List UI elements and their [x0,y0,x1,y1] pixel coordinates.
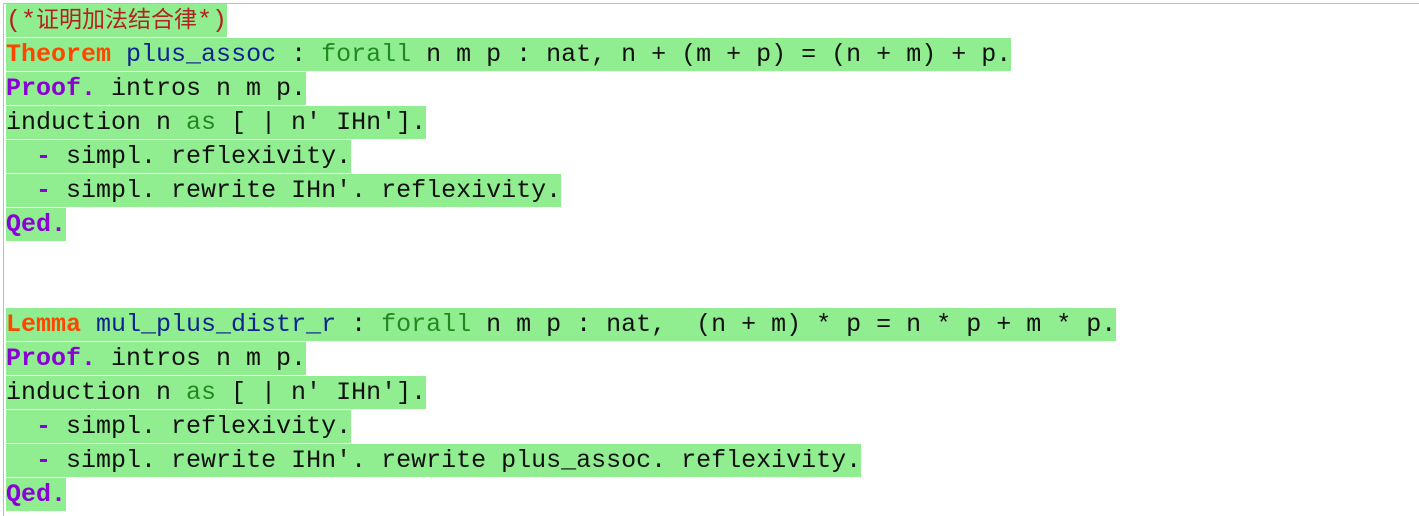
case2-line[interactable]: - simpl. rewrite IHn'. rewrite plus_asso… [6,444,862,477]
case1-line[interactable]: - simpl. reflexivity. [6,410,352,443]
processed-highlight: induction n as [ | n' IHn']. [6,376,427,409]
intro-pattern: [ | n' IHn']. [216,378,427,407]
case2-tactics: simpl. rewrite IHn'. rewrite plus_assoc.… [51,446,862,475]
proof-keyword: Proof. [6,74,97,103]
colon: : [276,40,322,69]
bullet: - [36,446,52,475]
processed-highlight: Qed. [6,478,67,511]
as-keyword: as [186,108,217,137]
processed-highlight: Lemma mul_plus_distr_r : forall n m p : … [6,308,1117,341]
processed-highlight: Proof. intros n m p. [6,72,307,105]
proof-line[interactable]: Proof. intros n m p. [6,342,307,375]
bullet: - [36,412,52,441]
lemma-line[interactable]: Lemma mul_plus_distr_r : forall n m p : … [6,308,1117,341]
qed-line[interactable]: Qed. [6,208,67,241]
theorem-statement: n m p : nat, n + (m + p) = (n + m) + p. [411,40,1012,69]
theorem-line[interactable]: Theorem plus_assoc : forall n m p : nat,… [6,38,1012,71]
induction-line[interactable]: induction n as [ | n' IHn']. [6,376,427,409]
bullet: - [36,142,52,171]
case2-line[interactable]: - simpl. rewrite IHn'. reflexivity. [6,174,562,207]
qed-keyword: Qed. [6,480,67,509]
induction-tactic: induction n [6,378,187,407]
qed-keyword: Qed. [6,210,67,239]
processed-highlight: - simpl. reflexivity. [6,140,352,173]
induction-tactic: induction n [6,108,187,137]
comment-open: (* [6,6,37,35]
processed-highlight: (*证明加法结合律*) [6,4,228,37]
proof-keyword: Proof. [6,344,97,373]
processed-highlight: - simpl. rewrite IHn'. rewrite plus_asso… [6,444,862,477]
processed-highlight: Theorem plus_assoc : forall n m p : nat,… [6,38,1012,71]
case1-line[interactable]: - simpl. reflexivity. [6,140,352,173]
forall-keyword: forall [381,310,472,339]
comment-close: *) [197,6,228,35]
case1-tactics: simpl. reflexivity. [51,142,352,171]
colon: : [336,310,382,339]
theorem-name: plus_assoc [126,40,277,69]
proof-line[interactable]: Proof. intros n m p. [6,72,307,105]
lemma-keyword: Lemma [6,310,82,339]
comment-text: 证明加法结合律 [36,7,198,33]
processed-highlight: Qed. [6,208,67,241]
processed-highlight: - simpl. reflexivity. [6,410,352,443]
processed-highlight: Proof. intros n m p. [6,342,307,375]
as-keyword: as [186,378,217,407]
induction-line[interactable]: induction n as [ | n' IHn']. [6,106,427,139]
lemma-name: mul_plus_distr_r [96,310,337,339]
case1-tactics: simpl. reflexivity. [51,412,352,441]
intros-tactic: intros n m p. [96,74,307,103]
case2-tactics: simpl. rewrite IHn'. reflexivity. [51,176,562,205]
intros-tactic: intros n m p. [96,344,307,373]
forall-keyword: forall [321,40,412,69]
qed-line[interactable]: Qed. [6,478,67,511]
bullet: - [36,176,52,205]
lemma-statement: n m p : nat, (n + m) * p = n * p + m * p… [471,310,1117,339]
intro-pattern: [ | n' IHn']. [216,108,427,137]
processed-highlight: - simpl. rewrite IHn'. reflexivity. [6,174,562,207]
processed-highlight: induction n as [ | n' IHn']. [6,106,427,139]
code-editor[interactable]: (*证明加法结合律*) Theorem plus_assoc : forall … [3,3,1419,516]
comment-line[interactable]: (*证明加法结合律*) [6,4,228,37]
theorem-keyword: Theorem [6,40,112,69]
